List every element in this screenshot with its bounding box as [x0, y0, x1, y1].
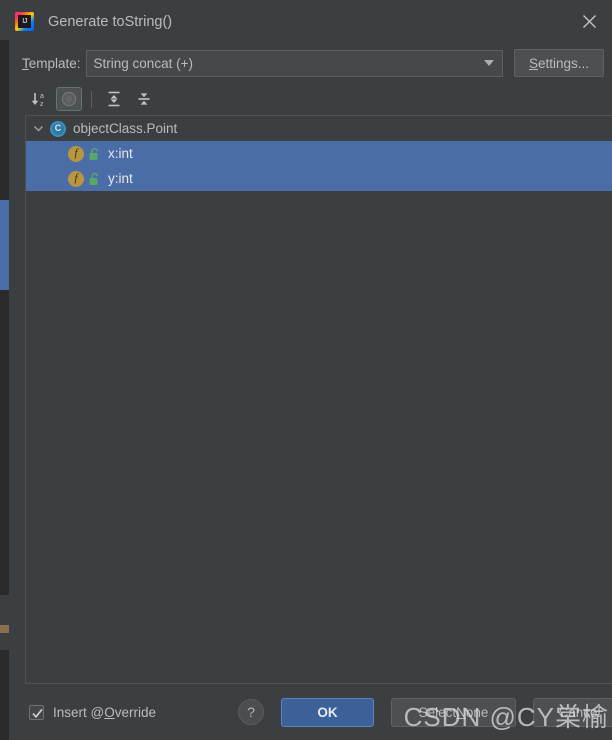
- svg-text:z: z: [40, 101, 44, 108]
- cancel-button[interactable]: Cancel: [533, 697, 612, 727]
- settings-button[interactable]: Settings...: [513, 49, 604, 77]
- page-title: Generate toString(): [48, 13, 173, 30]
- tree-row-label: objectClass.Point: [73, 121, 178, 136]
- expand-all-icon[interactable]: [101, 87, 127, 111]
- toolbar-separator: [91, 90, 92, 108]
- template-label: Template:: [22, 56, 81, 71]
- ide-background-strip: [0, 0, 9, 740]
- select-none-post: one: [465, 704, 489, 720]
- chevron-down-icon: [476, 60, 502, 66]
- template-dropdown[interactable]: String concat (+): [85, 49, 503, 77]
- select-none-button[interactable]: Select None: [391, 697, 516, 727]
- private-lock-icon: [88, 147, 101, 161]
- circle-toggle-icon[interactable]: [56, 87, 82, 111]
- tree-row[interactable]: C objectClass.Point: [26, 116, 612, 141]
- settings-button-rest: ettings...: [537, 55, 589, 71]
- member-tree[interactable]: C objectClass.Point f x:int f y:int: [25, 115, 612, 684]
- field-icon: f: [68, 145, 84, 162]
- private-lock-icon: [88, 172, 101, 186]
- backdrop-band: [0, 0, 9, 40]
- backdrop-band: [0, 625, 9, 633]
- insert-override-label: Insert @Override: [53, 705, 156, 720]
- field-icon: f: [68, 170, 84, 187]
- template-label-mnemonic: T: [22, 55, 29, 71]
- collapse-all-icon[interactable]: [131, 87, 157, 111]
- backdrop-band: [0, 595, 9, 650]
- intellij-idea-icon-glyph: IJ: [18, 15, 31, 28]
- field-icon-letter: f: [74, 147, 78, 159]
- select-none-mnemonic: N: [456, 704, 466, 720]
- footer-button-group: ? OK Select None Cancel: [238, 684, 612, 740]
- sort-az-icon[interactable]: a z: [26, 87, 52, 111]
- ok-button[interactable]: OK: [281, 697, 374, 727]
- template-row: Template: String concat (+) Settings...: [9, 43, 612, 83]
- tree-row[interactable]: f y:int: [26, 166, 612, 191]
- override-label-post: verride: [114, 704, 156, 720]
- checkbox-box: [29, 704, 44, 720]
- class-icon: C: [50, 120, 66, 137]
- tree-row-label: y:int: [108, 171, 133, 186]
- settings-button-mnemonic: S: [528, 55, 538, 71]
- insert-override-checkbox[interactable]: Insert @Override: [29, 704, 156, 720]
- template-label-rest: emplate:: [28, 55, 81, 71]
- intellij-idea-icon: IJ: [15, 12, 34, 31]
- backdrop-band: [0, 200, 9, 290]
- tree-row-label: x:int: [108, 146, 133, 161]
- tree-row[interactable]: f x:int: [26, 141, 612, 166]
- checkmark-icon: [32, 708, 43, 718]
- chevron-down-icon[interactable]: [26, 123, 50, 134]
- svg-text:a: a: [40, 93, 44, 100]
- field-icon-letter: f: [74, 172, 78, 184]
- dialog-footer: Insert @Override ? OK Select None Cancel: [9, 684, 612, 740]
- select-none-pre: Select: [418, 704, 457, 720]
- dialog-titlebar: IJ Generate toString(): [9, 0, 612, 43]
- close-icon[interactable]: [566, 0, 612, 43]
- class-icon-letter: C: [54, 123, 62, 133]
- help-icon[interactable]: ?: [238, 699, 264, 725]
- override-label-pre: Insert @: [53, 704, 105, 720]
- override-label-mnemonic: O: [104, 704, 115, 720]
- tree-toolbar: a z: [9, 83, 612, 115]
- template-dropdown-value: String concat (+): [93, 55, 193, 71]
- generate-tostring-dialog: IJ Generate toString() Template: String …: [9, 0, 612, 740]
